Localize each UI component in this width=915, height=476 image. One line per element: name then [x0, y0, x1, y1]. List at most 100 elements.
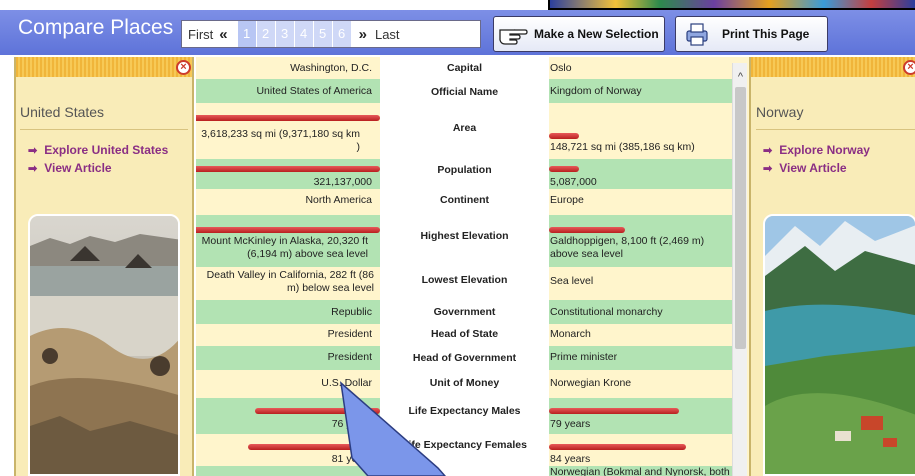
right-life-females-bar	[549, 444, 686, 450]
left-value: President	[327, 351, 372, 363]
country-photo	[28, 214, 180, 476]
arrow-right-icon: ➡	[763, 144, 773, 157]
view-article-left-label: View Article	[44, 161, 112, 175]
pager-page-2[interactable]: 2	[255, 21, 275, 47]
left-population-bar	[196, 166, 380, 172]
left-value: 321,137,000	[313, 176, 372, 188]
row-label: Lowest Elevation	[421, 274, 508, 286]
pager-page-6[interactable]: 6	[331, 21, 351, 47]
left-value: Republic	[331, 306, 372, 318]
explore-left-link[interactable]: ➡ Explore United States	[28, 143, 168, 157]
left-value: 76 years	[331, 418, 372, 430]
scroll-thumb[interactable]	[735, 87, 746, 349]
row-label: Area	[452, 122, 477, 134]
pager-last[interactable]: Last	[375, 27, 400, 42]
right-value: 84 years	[550, 453, 591, 465]
panel-top-stripe	[751, 57, 915, 77]
right-life-males-bar	[549, 408, 679, 414]
row-label: Continent	[440, 194, 489, 206]
left-country-name: United States	[20, 104, 105, 120]
print-page-button[interactable]: Print This Page	[675, 16, 828, 52]
close-icon[interactable]: ×	[176, 60, 191, 75]
left-value: Death Valley in California, 282 ft (86 m…	[206, 269, 374, 294]
header-banner-art	[548, 0, 915, 10]
left-value: President	[327, 328, 372, 340]
pager-next-icon[interactable]: »	[359, 26, 367, 43]
comparison-table: Washington, D.C. Oslo United States of A…	[196, 57, 749, 476]
row-label: Official Name	[430, 86, 499, 98]
pager-page-3[interactable]: 3	[274, 21, 294, 47]
right-value: Monarch	[550, 328, 591, 340]
row-label: Capital	[446, 62, 482, 74]
right-value: 148,721 sq mi (385,186 sq km)	[550, 141, 695, 153]
right-value: Galdhoppigen, 8,100 ft (2,469 m) above s…	[550, 235, 705, 260]
view-article-right-label: View Article	[779, 161, 847, 175]
right-population-bar	[549, 166, 579, 172]
make-new-selection-button[interactable]: Make a New Selection	[493, 16, 665, 52]
pager-prev-icon[interactable]: «	[219, 26, 227, 43]
explore-right-label: Explore Norway	[779, 143, 870, 157]
right-value: Constitutional monarchy	[550, 306, 663, 318]
close-icon[interactable]: ×	[903, 60, 915, 75]
printer-icon	[686, 23, 708, 46]
pager-page-4[interactable]: 4	[293, 21, 313, 47]
row-label: Population	[437, 164, 492, 176]
arrow-right-icon: ➡	[28, 162, 38, 175]
divider	[756, 129, 915, 130]
left-value: Washington, D.C.	[290, 62, 372, 74]
app-title: Compare Places	[18, 16, 174, 39]
explore-right-link[interactable]: ➡ Explore Norway	[763, 143, 870, 157]
row-label: Government	[433, 306, 496, 318]
right-country-name: Norway	[756, 104, 804, 120]
pager: First « 1 2 3 4 5 6 » Last	[181, 20, 481, 48]
scroll-up-icon[interactable]: ^	[733, 71, 748, 85]
right-value: 5,087,000	[550, 176, 597, 188]
left-area-bar	[196, 115, 380, 121]
row-label: Head of Government	[412, 352, 517, 364]
arrow-right-icon: ➡	[763, 162, 773, 175]
left-elevation-bar	[196, 227, 380, 233]
left-country-panel: × United States ➡ Explore United States …	[14, 57, 194, 476]
left-life-males-bar	[254, 408, 380, 414]
header-bar: Compare Places First « 1 2 3 4 5 6 » Las…	[0, 10, 915, 57]
pager-page-1[interactable]: 1	[236, 21, 256, 47]
panel-top-stripe	[16, 57, 192, 77]
row-label: Unit of Money	[429, 377, 500, 389]
country-photo	[763, 214, 915, 476]
right-elevation-bar	[549, 227, 625, 233]
right-value: Sea level	[550, 275, 594, 287]
right-value: Europe	[550, 194, 584, 206]
row-label: Highest Elevation	[420, 230, 509, 242]
right-value: Kingdom of Norway	[550, 85, 642, 97]
right-value: 79 years	[550, 418, 591, 430]
right-area-bar	[549, 133, 579, 139]
explore-left-label: Explore United States	[44, 143, 169, 157]
right-value: Prime minister	[550, 351, 618, 363]
left-value: 3,618,233 sq mi (9,371,180 sq km )	[201, 128, 360, 153]
right-value: Oslo	[550, 62, 572, 74]
left-value: 81 years	[331, 453, 372, 465]
arrow-right-icon: ➡	[28, 144, 38, 157]
divider	[20, 129, 188, 130]
left-value: United States of America	[256, 85, 372, 97]
coast-photo	[30, 216, 178, 474]
row-label: Life Expectancy Males	[408, 405, 521, 417]
view-article-left-link[interactable]: ➡ View Article	[28, 161, 112, 175]
pointing-hand-icon	[499, 29, 528, 45]
print-page-label: Print This Page	[722, 27, 810, 41]
row-label: Head of State	[430, 328, 499, 340]
vertical-scrollbar[interactable]: ^	[732, 63, 747, 476]
left-value: U.S. Dollar	[321, 377, 372, 389]
view-article-right-link[interactable]: ➡ View Article	[763, 161, 847, 175]
left-life-females-bar	[247, 444, 380, 450]
make-new-selection-label: Make a New Selection	[534, 27, 659, 41]
row-label: Life Expectancy Females	[402, 439, 527, 451]
right-country-panel: × Norway ➡ Explore Norway ➡ View Article	[749, 57, 915, 476]
left-value: Mount McKinley in Alaska, 20,320 ft (6,1…	[201, 235, 368, 260]
pager-page-5[interactable]: 5	[312, 21, 332, 47]
pager-first[interactable]: First	[188, 27, 213, 42]
left-value: North America	[305, 194, 372, 206]
right-value: Norwegian Krone	[550, 377, 632, 389]
fjord-photo	[765, 216, 915, 474]
right-value: Norwegian (Bokmal and Nynorsk, both	[550, 466, 730, 476]
